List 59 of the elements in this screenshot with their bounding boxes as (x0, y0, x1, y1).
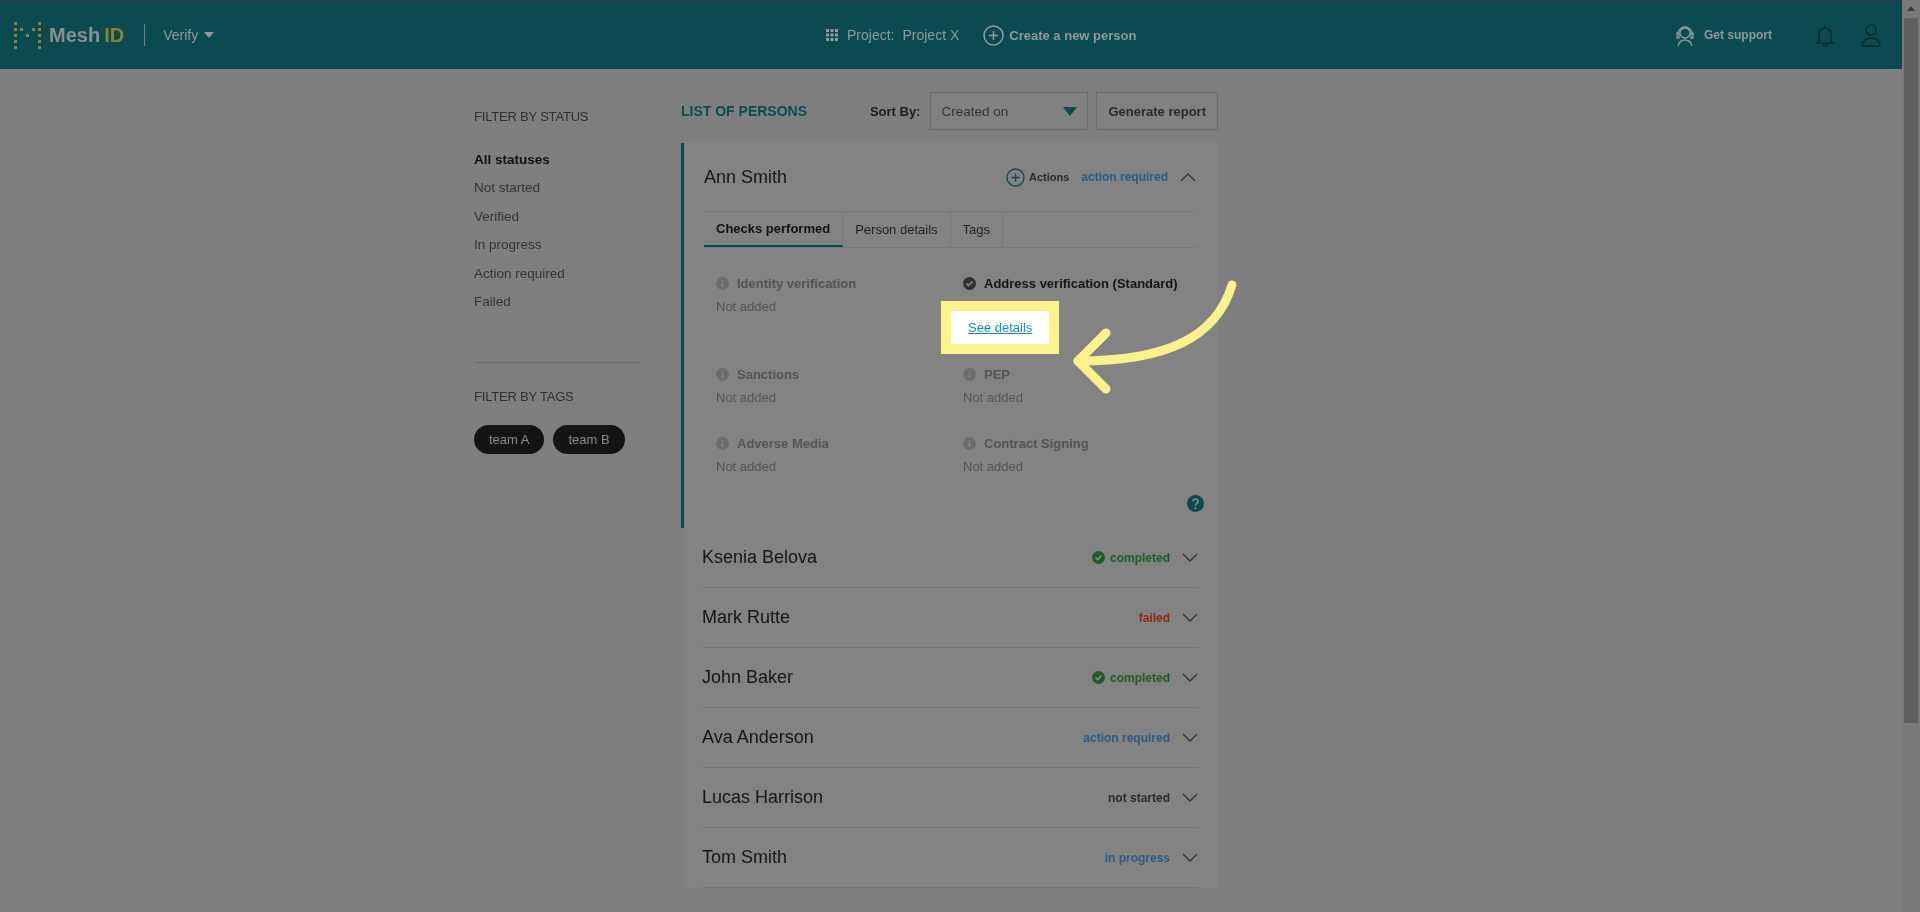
chevron-down-icon[interactable] (1182, 673, 1198, 682)
sort-label: Sort By: (869, 103, 921, 119)
tab[interactable]: Person details (843, 212, 951, 247)
product-dropdown[interactable]: Verify (163, 27, 215, 43)
tab[interactable]: Tags (950, 212, 1003, 247)
tag-chip[interactable]: team A (474, 425, 545, 454)
chevron-down-icon[interactable] (1182, 553, 1198, 562)
status-label: completed (1110, 670, 1170, 685)
person-name[interactable]: Mark Rutte (702, 607, 1139, 628)
project-name[interactable]: Project X (902, 27, 960, 43)
project-label: Project: (847, 27, 895, 43)
chevron-down-icon[interactable] (1182, 853, 1198, 862)
person-name[interactable]: Ksenia Belova (702, 547, 1092, 568)
check-title: Address verification (Standard) (984, 276, 1178, 291)
person-name[interactable]: Ann Smith (704, 166, 1006, 188)
chevron-down-icon[interactable] (1182, 793, 1198, 802)
chevron-down-icon[interactable] (1182, 733, 1198, 742)
tab[interactable]: Checks performed (704, 212, 844, 247)
status-label: in progress (1104, 850, 1170, 865)
section-title: FILTER BY TAGS (474, 389, 575, 404)
get-support-button[interactable]: Get support (1660, 23, 1772, 47)
status-label: failed (1138, 610, 1170, 625)
caret-icon (1063, 106, 1078, 116)
generate-report-button[interactable]: Generate report (1096, 92, 1218, 130)
status-filter[interactable]: Verified (474, 202, 520, 231)
actions-button[interactable]: Actions (1005, 167, 1070, 187)
sort-dropdown[interactable]: Created on (930, 92, 1089, 130)
status-filter[interactable]: Failed (474, 287, 511, 316)
status-filter[interactable]: Action required (474, 259, 565, 288)
create-person-button[interactable]: Create a new person (983, 24, 1137, 46)
see-details-link[interactable]: See details (941, 301, 1060, 354)
logo-text: Mesh (49, 23, 101, 47)
caret-icon (204, 32, 215, 38)
logo-icon (14, 21, 41, 49)
status-label: not started (1108, 790, 1170, 805)
tag-chip[interactable]: team B (553, 425, 625, 454)
help-icon[interactable] (1187, 495, 1204, 512)
check-circle-icon (1092, 551, 1105, 564)
grid-icon[interactable] (826, 28, 839, 42)
person-name[interactable]: Ava Anderson (702, 727, 1084, 748)
chevron-up-icon[interactable] (1180, 172, 1196, 182)
check-circle-icon (1092, 671, 1105, 684)
plus-circle-icon (1005, 167, 1025, 187)
status-label: action required (1083, 730, 1170, 745)
status-label: action required (1081, 170, 1168, 184)
headset-icon (1674, 23, 1696, 47)
status-filter[interactable]: In progress (474, 230, 542, 259)
status-filter[interactable]: Not started (474, 173, 541, 202)
logo-text: ID (104, 23, 125, 47)
list-title: LIST OF PERSONS (681, 103, 808, 119)
person-name[interactable]: John Baker (702, 667, 1092, 688)
status-filter[interactable]: All statuses (474, 145, 550, 174)
section-title: FILTER BY STATUS (474, 109, 590, 124)
status-label: completed (1110, 550, 1170, 565)
scrollbar-thumb[interactable] (1904, 18, 1918, 723)
chevron-down-icon[interactable] (1182, 613, 1198, 622)
person-name[interactable]: Tom Smith (702, 847, 1105, 868)
plus-circle-icon (983, 24, 1005, 46)
person-name[interactable]: Lucas Harrison (702, 787, 1108, 808)
